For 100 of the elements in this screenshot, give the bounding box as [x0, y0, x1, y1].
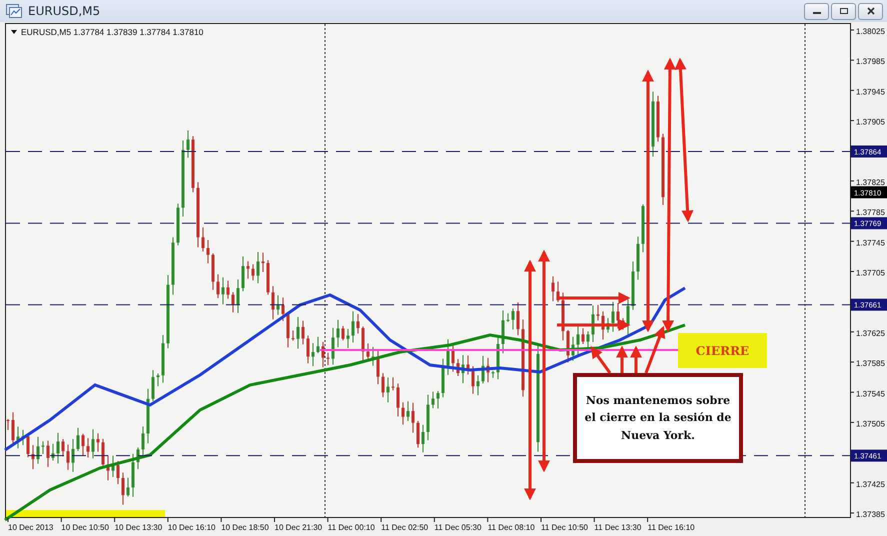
time-axis-label: 10 Dec 13:30: [114, 523, 162, 532]
candlestick: [262, 252, 264, 272]
arrow: [616, 346, 628, 373]
candlestick: [466, 354, 470, 375]
maximize-button[interactable]: [831, 2, 856, 20]
candlestick: [142, 426, 144, 456]
candlestick: [416, 420, 420, 448]
candlestick: [512, 308, 514, 330]
price-axis-label: 1.37825: [856, 178, 885, 187]
candlestick: [212, 252, 214, 290]
candlestick: [452, 343, 454, 372]
candlestick: [176, 203, 180, 246]
price-axis-label: 1.37545: [856, 389, 885, 398]
candlestick: [566, 330, 570, 363]
candlestick: [82, 433, 84, 456]
candlestick: [486, 357, 490, 383]
candlestick: [116, 460, 120, 485]
candlestick: [246, 260, 250, 280]
candlestick: [562, 292, 564, 341]
candlestick: [432, 391, 434, 409]
candlestick: [492, 370, 494, 378]
candlestick: [132, 453, 134, 498]
candlestick: [186, 130, 190, 158]
candlestick: [602, 310, 604, 340]
candlestick: [286, 312, 290, 348]
candlestick: [342, 326, 344, 341]
candlestick: [32, 444, 34, 470]
close-button[interactable]: [858, 2, 883, 20]
price-axis-label: 1.37945: [856, 87, 885, 96]
time-axis-label: 11 Dec 08:10: [488, 523, 535, 532]
time-axis-label: 10 Dec 10:50: [61, 523, 109, 532]
candlestick: [372, 346, 374, 366]
time-axis-label: 11 Dec 05:30: [434, 523, 482, 532]
candlestick: [152, 370, 154, 402]
price-axis-label: 1.37505: [856, 419, 885, 428]
candlestick: [206, 240, 210, 264]
price-axis-label: 1.37785: [856, 208, 885, 218]
label-box: CIERRE: [678, 333, 767, 368]
candlestick: [96, 432, 100, 452]
arrow: [590, 346, 612, 374]
candlestick: [76, 427, 80, 452]
candlestick: [292, 330, 294, 342]
candlestick: [136, 446, 140, 470]
candlestick: [106, 454, 110, 481]
candlestick: [436, 390, 440, 410]
candlestick: [222, 276, 224, 305]
price-axis-label: 1.37385: [856, 510, 885, 519]
minimize-button[interactable]: [804, 2, 829, 20]
close-icon: [866, 6, 876, 16]
time-axis-label: 11 Dec 02:50: [381, 523, 428, 532]
candlestick: [236, 278, 240, 314]
price-axis-label: 1.37705: [856, 268, 885, 278]
candlestick: [252, 264, 254, 281]
candlestick: [642, 204, 644, 253]
candlestick: [12, 412, 14, 445]
candlestick: [376, 350, 380, 385]
candlestick: [472, 366, 474, 394]
candlestick: [356, 314, 360, 334]
candlestick: [306, 334, 310, 364]
candlestick: [426, 394, 430, 441]
candlestick: [612, 301, 614, 332]
candlestick: [652, 91, 654, 158]
time-axis-label: 11 Dec 00:10: [328, 523, 375, 532]
candlestick: [446, 338, 450, 376]
candlestick: [572, 336, 574, 362]
candlestick: [626, 298, 630, 336]
candlestick: [156, 372, 160, 387]
candlestick: [462, 354, 464, 384]
candlestick: [196, 182, 200, 248]
candlestick: [636, 236, 640, 280]
time-axis-label: 11 Dec 16:10: [648, 523, 695, 532]
candlestick: [312, 342, 314, 367]
candlestick: [282, 297, 284, 322]
price-axis-label: 1.38025: [856, 27, 885, 36]
candlestick: [576, 324, 580, 356]
candlestick: [402, 402, 404, 426]
candlestick: [362, 326, 364, 362]
candlestick: [242, 256, 244, 292]
candlestick: [332, 327, 334, 366]
time-axis-label: 11 Dec 10:50: [541, 523, 588, 532]
candlestick: [606, 318, 610, 334]
candlestick: [46, 440, 50, 468]
candlestick: [226, 280, 230, 300]
candlestick: [336, 319, 340, 348]
candlestick: [6, 418, 10, 430]
time-axis-label: 10 Dec 2013: [8, 523, 54, 532]
candlestick: [326, 352, 330, 366]
candlestick: [382, 372, 384, 398]
candlestick: [632, 261, 634, 310]
candlestick: [42, 440, 44, 455]
candlestick: [36, 436, 40, 464]
candlestick: [162, 334, 164, 384]
time-axis-label: 11 Dec 13:30: [594, 523, 642, 532]
chart-legend: EURUSD,M5 1.37784 1.37839 1.37784 1.37810: [21, 27, 204, 37]
candlestick: [596, 304, 600, 321]
candlestick: [396, 383, 400, 417]
candlestick: [22, 429, 24, 446]
arrow: [630, 346, 642, 373]
candlestick: [622, 318, 624, 330]
candlestick: [86, 438, 90, 458]
